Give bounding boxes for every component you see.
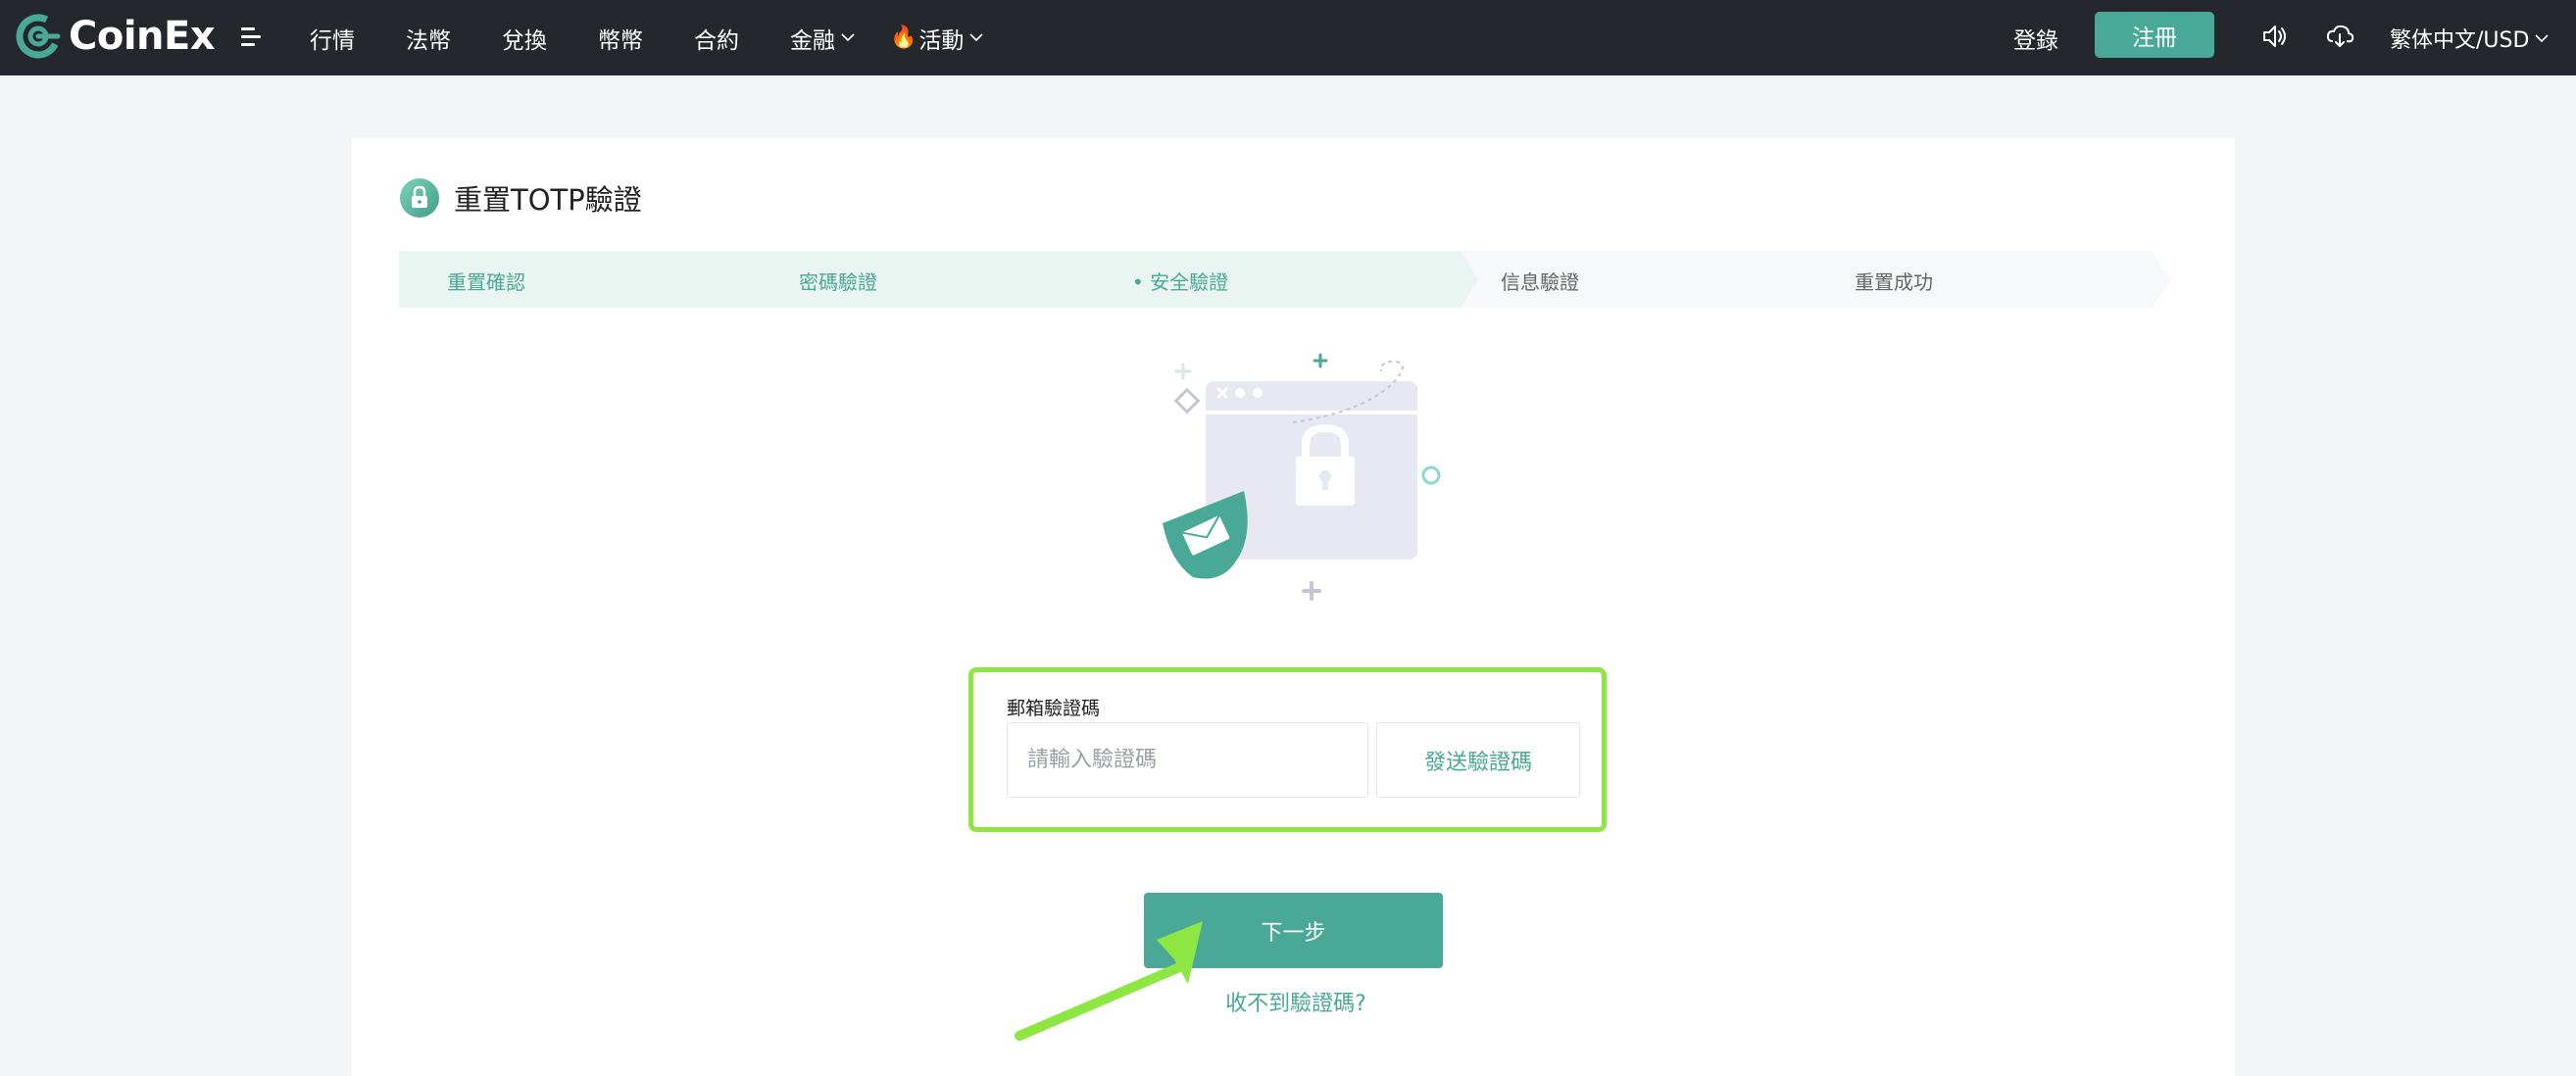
step-label: 重置成功 <box>1855 270 1933 294</box>
nav-item-activities[interactable]: 🔥 活動 <box>890 22 983 55</box>
step-progress: 重置確認 密碼驗證 • 安全驗證 信息驗證 重置成功 <box>399 251 2173 308</box>
nav-item-label: 合約 <box>694 27 739 54</box>
top-navigation-bar: CoinEx 行情 法幣 兌換 幣幣 合約 金融 🔥 活動 登錄 注冊 繁体中文… <box>0 0 2576 75</box>
login-link[interactable]: 登錄 <box>2013 22 2058 55</box>
step-label: 信息驗證 <box>1501 270 1579 294</box>
nav-item-market[interactable]: 行情 <box>310 22 355 55</box>
logo-text: CoinEx <box>69 14 216 59</box>
chevron-down-icon <box>2535 33 2549 42</box>
step-info-verify: 信息驗證 <box>1461 251 1838 308</box>
page-header: 重置TOTP驗證 <box>399 177 642 219</box>
nav-item-label: 幣幣 <box>598 27 643 54</box>
email-code-label: 郵箱驗證碼 <box>1007 698 1101 719</box>
coinex-logo[interactable]: CoinEx <box>14 12 216 61</box>
step-label: 重置確認 <box>447 270 525 294</box>
email-code-input[interactable] <box>1007 722 1368 798</box>
register-button[interactable]: 注冊 <box>2095 12 2214 58</box>
main-nav: 行情 法幣 兌換 幣幣 合約 金融 🔥 活動 <box>310 0 1034 75</box>
nav-item-futures[interactable]: 合約 <box>694 22 739 55</box>
nav-item-label: 法幣 <box>406 27 451 54</box>
nav-item-spot[interactable]: 幣幣 <box>598 22 643 55</box>
language-label: 繁体中文/USD <box>2390 28 2530 53</box>
chevron-down-icon <box>969 33 983 42</box>
menu-icon[interactable] <box>241 25 267 49</box>
page-title: 重置TOTP驗證 <box>454 183 642 217</box>
lock-badge-icon <box>400 178 439 218</box>
fire-icon: 🔥 <box>890 25 917 50</box>
step-reset-confirm: 重置確認 <box>399 251 776 308</box>
nav-item-label: 行情 <box>310 27 355 54</box>
nav-item-finance[interactable]: 金融 <box>790 22 855 55</box>
chevron-down-icon <box>841 33 855 42</box>
nav-item-fiat[interactable]: 法幣 <box>406 22 451 55</box>
step-label-active: • 安全驗證 <box>1132 270 1229 294</box>
nav-item-label: 兌換 <box>502 27 547 54</box>
security-verification-illustration <box>1163 353 1441 601</box>
language-currency-selector[interactable]: 繁体中文/USD <box>2390 23 2549 54</box>
step-label-text: 安全驗證 <box>1150 270 1229 294</box>
annotation-arrow-icon <box>1015 921 1203 1041</box>
nav-item-label: 金融 <box>790 27 835 54</box>
coinex-logo-icon <box>16 14 61 59</box>
nav-item-label: 活動 <box>918 27 965 54</box>
step-password-verify: 密碼驗證 <box>753 251 1130 308</box>
step-label: 密碼驗證 <box>799 270 877 294</box>
nav-item-swap[interactable]: 兌換 <box>502 22 547 55</box>
step-security-verify: • 安全驗證 <box>1107 251 1484 308</box>
send-code-button[interactable]: 發送驗證碼 <box>1376 722 1580 798</box>
cloud-download-icon[interactable] <box>2325 22 2354 51</box>
speaker-icon[interactable] <box>2260 22 2290 51</box>
step-reset-success: 重置成功 <box>1814 251 2173 308</box>
